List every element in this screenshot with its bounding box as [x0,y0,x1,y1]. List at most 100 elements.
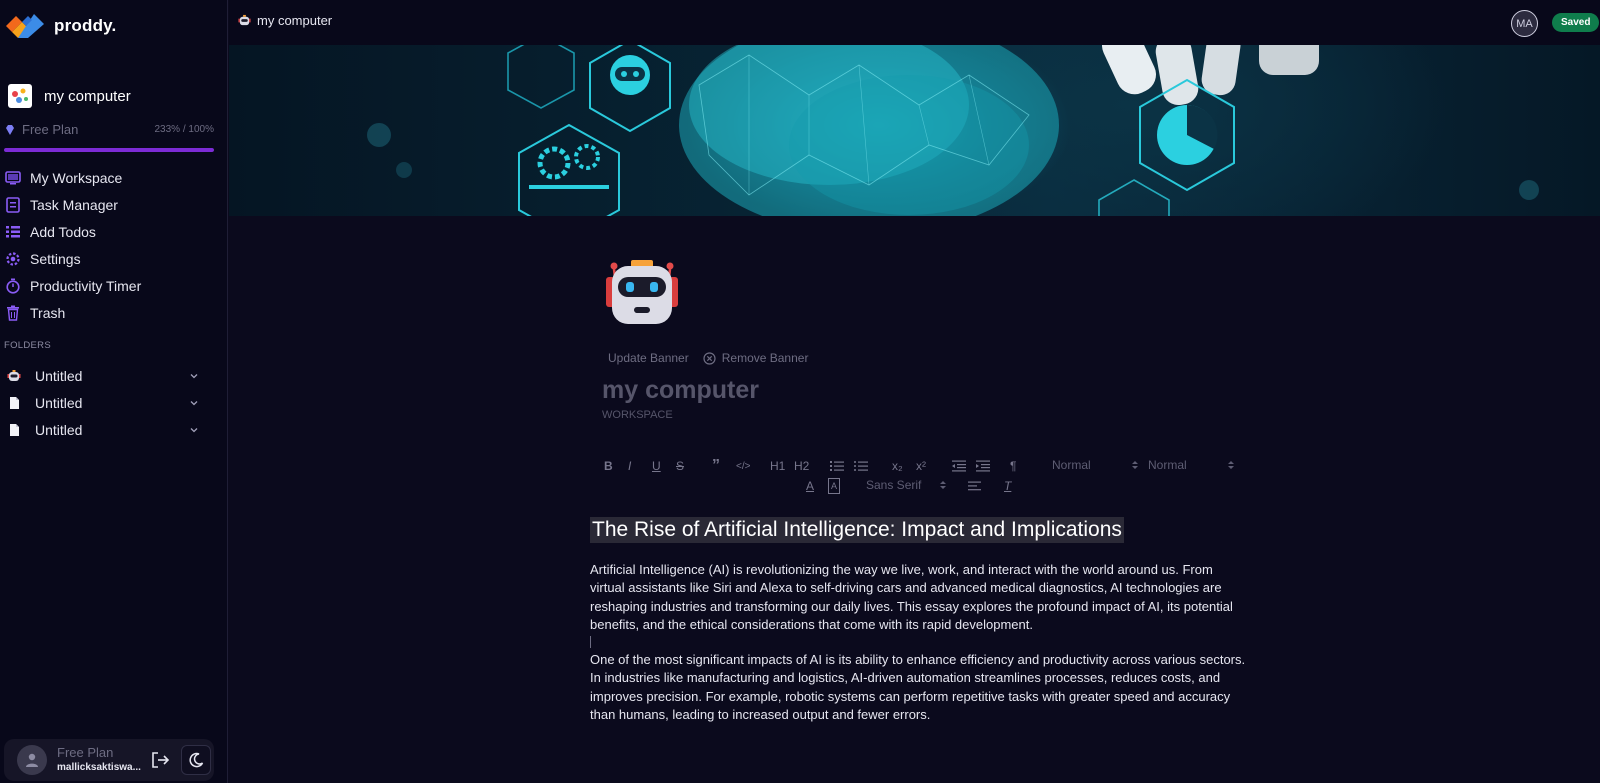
font-select[interactable]: Sans Serif [866,478,947,492]
chevron-down-icon[interactable] [188,370,200,382]
update-banner-label: Update Banner [608,351,689,365]
folder-label: Untitled [35,394,83,411]
gear-icon [4,250,21,267]
topbar: my computer MA Saved [229,0,1600,45]
size-select[interactable]: Normal [1052,458,1139,472]
update-banner-button[interactable]: Update Banner [608,351,689,365]
user-card: Free Plan mallicksaktiswa... [4,739,214,781]
folder-item[interactable]: Untitled [4,389,200,416]
user-avatar[interactable]: MA [1511,10,1538,37]
folder-item[interactable]: Untitled [4,416,200,443]
sidebar-item-label: My Workspace [30,169,123,186]
document-emoji-robot-icon[interactable] [604,257,680,329]
moon-icon [189,752,204,768]
sidebar-item-label: Trash [30,304,66,321]
heading-2-button[interactable]: H2 [794,458,809,474]
strike-button[interactable]: S [676,458,684,474]
align-button[interactable] [968,478,981,494]
indent-icon [976,460,990,472]
sidebar-item-trash[interactable]: Trash [4,299,219,326]
paragraph[interactable]: One of the most significant impacts of A… [590,651,1250,725]
trash-icon [4,304,21,321]
close-circle-icon [703,351,716,365]
sidebar-item-label: Settings [30,250,81,267]
plan-usage-row: Free Plan 233% / 100% [4,122,214,137]
folder-item[interactable]: Untitled [4,362,200,389]
header-select-value: Normal [1148,458,1187,472]
select-arrows-icon [940,481,947,489]
workspace-name: my computer [44,87,131,105]
outdent-button[interactable] [952,458,966,474]
logout-button[interactable] [149,749,171,771]
text-direction-button[interactable]: ¶ [1010,458,1016,474]
paragraph[interactable]: Artificial Intelligence (AI) is revoluti… [590,561,1250,635]
breadcrumb[interactable]: my computer [238,13,332,28]
align-left-icon [968,481,981,491]
select-arrows-icon [1131,461,1138,469]
folder-label: Untitled [35,367,83,384]
font-select-value: Sans Serif [866,478,922,492]
theme-toggle-button[interactable] [181,745,211,775]
italic-button[interactable]: I [628,458,631,474]
blockquote-button[interactable]: ” [712,457,720,474]
underline-button[interactable]: U [652,458,661,474]
heading-1-button[interactable]: H1 [770,458,785,474]
text-cursor [590,636,591,648]
plan-usage: 233% / 100% [154,124,215,135]
document-title[interactable]: my computer [602,376,759,405]
indent-button[interactable] [976,458,990,474]
sidebar: proddy. my computer Free Plan 233% / 100… [0,0,228,783]
superscript-button[interactable]: x² [916,458,926,474]
user-email: mallicksaktiswa... [57,762,141,773]
sidebar-item-settings[interactable]: Settings [4,245,219,272]
select-arrows-icon [1227,461,1234,469]
document-heading[interactable]: The Rise of Artificial Intelligence: Imp… [590,517,1124,543]
sidebar-item-my-workspace[interactable]: My Workspace [4,164,219,191]
ordered-list-button[interactable] [830,458,844,474]
chevron-down-icon[interactable] [188,397,200,409]
timer-icon [4,277,21,294]
plan-progress-bar [4,148,214,152]
brand-name: proddy. [54,16,117,35]
document-banner-image [229,45,1600,216]
size-select-value: Normal [1052,458,1091,472]
background-color-button[interactable]: A [828,478,840,494]
robot-icon [7,368,21,384]
folder-label: Untitled [35,421,83,438]
bold-button[interactable]: B [604,458,613,474]
clear-formatting-button[interactable]: T [1004,478,1011,494]
logout-icon [152,752,170,768]
plan-progress-fill [4,148,214,152]
todo-list-icon [4,223,21,240]
sidebar-item-task-manager[interactable]: Task Manager [4,191,219,218]
avatar[interactable] [17,745,47,775]
sidebar-item-productivity-timer[interactable]: Productivity Timer [4,272,219,299]
workspace-thumbnail [8,84,32,108]
remove-banner-label: Remove Banner [721,351,809,365]
text-color-button[interactable]: A [806,478,814,494]
subscript-button[interactable]: x₂ [892,458,903,474]
folders-heading: FOLDERS [4,340,51,351]
ordered-list-icon [830,461,844,471]
chevron-down-icon[interactable] [188,424,200,436]
outdent-icon [952,460,966,472]
workspace-switcher[interactable]: my computer [8,84,131,108]
proddy-logo-icon [6,14,44,38]
sidebar-nav: My Workspace Task Manager Add Todos Sett… [4,164,219,326]
banner-actions: Update Banner Remove Banner [608,351,808,365]
plan-label: Free Plan [22,122,79,137]
status-badge: Saved [1552,13,1600,32]
sidebar-item-label: Add Todos [30,223,96,240]
header-select[interactable]: Normal [1148,458,1235,472]
robot-icon [238,14,251,26]
code-block-button[interactable]: </> [736,458,750,474]
document-subtitle: WORKSPACE [602,409,673,421]
bullet-list-button[interactable] [854,458,868,474]
breadcrumb-label: my computer [257,13,333,28]
bullet-list-icon [854,461,868,471]
sidebar-item-add-todos[interactable]: Add Todos [4,218,219,245]
diamond-icon [6,124,14,135]
ai-brain-illustration [367,45,1539,216]
brand[interactable]: proddy. [4,11,116,41]
remove-banner-button[interactable]: Remove Banner [703,351,809,365]
